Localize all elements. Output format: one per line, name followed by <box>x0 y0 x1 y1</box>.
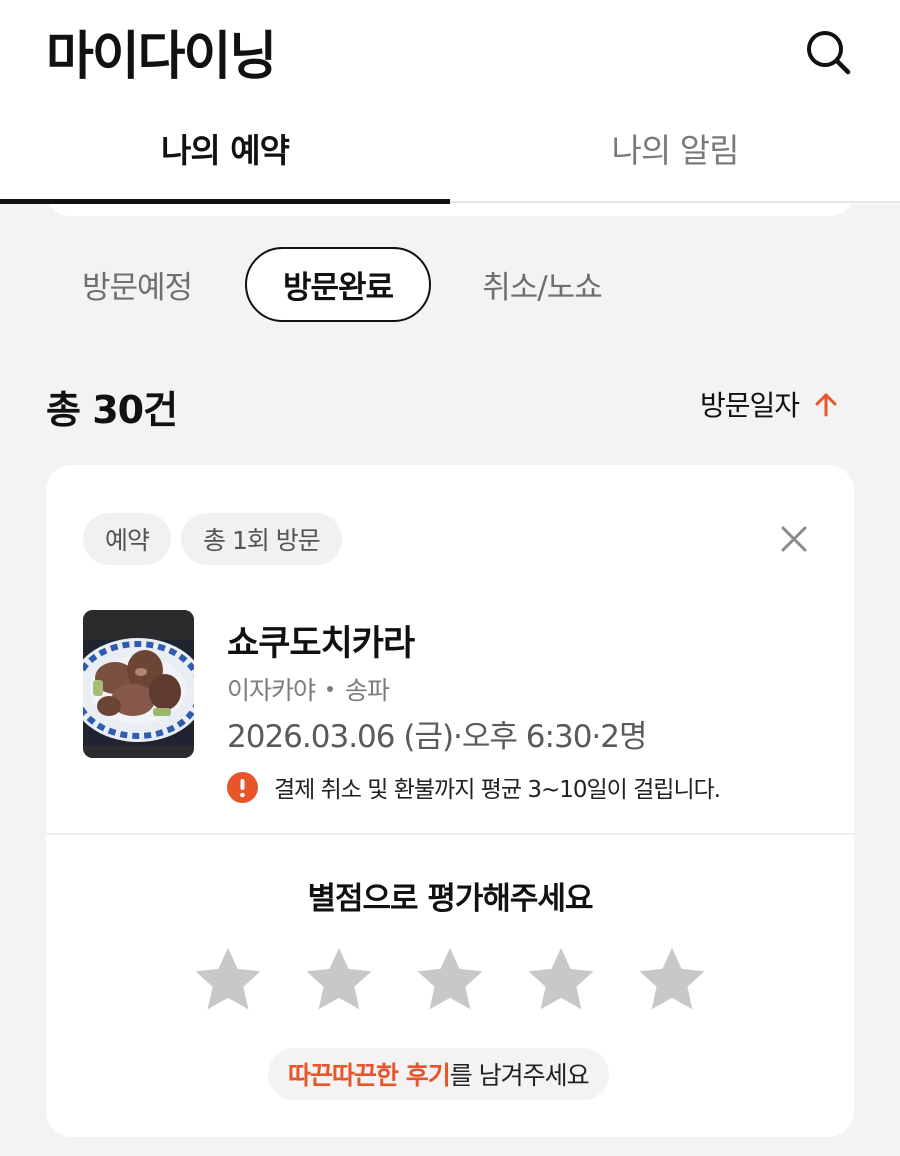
restaurant-area: 송파 <box>345 676 390 705</box>
star-rating <box>191 943 711 1019</box>
restaurant-category: 이자카야 <box>227 676 316 705</box>
restaurant-meta: 이자카야 송파 <box>227 671 390 707</box>
refund-notice-text: 결제 취소 및 환불까지 평균 3~10일이 걸립니다. <box>274 777 721 803</box>
status-badge: 예약 <box>83 513 172 565</box>
food-photo <box>83 610 194 758</box>
rating-prompt: 별점으로 평가해주세요 <box>307 881 594 917</box>
write-review-button[interactable]: 따끈따끈한 후기 를 남겨주세요 <box>268 1048 609 1100</box>
restaurant-name[interactable]: 쇼쿠도치카라 <box>227 615 415 666</box>
review-text: 를 남겨주세요 <box>449 1061 590 1090</box>
star-icon[interactable] <box>413 943 487 1017</box>
review-highlight-text: 따끈따끈한 후기 <box>288 1061 451 1090</box>
tab-divider <box>450 201 900 203</box>
card-divider <box>46 833 854 835</box>
visit-count-badge: 총 1회 방문 <box>181 513 342 565</box>
filter-visited[interactable]: 방문완료 <box>245 247 431 322</box>
close-icon <box>781 526 807 552</box>
search-icon <box>807 31 851 75</box>
tab-my-notifications[interactable]: 나의 알림 <box>450 118 900 204</box>
visit-datetime: 2026.03.06 (금)·오후 6:30·2명 <box>227 719 648 755</box>
page-title: 마이다이닝 <box>46 27 277 87</box>
delete-button[interactable] <box>772 517 816 561</box>
result-count: 총 30건 <box>46 388 178 432</box>
restaurant-thumbnail[interactable] <box>83 610 194 758</box>
star-icon[interactable] <box>191 943 265 1017</box>
filter-upcoming[interactable]: 방문예정 <box>62 247 212 322</box>
tab-my-reservations[interactable]: 나의 예약 <box>0 118 450 204</box>
sort-button[interactable]: 방문일자 <box>700 384 839 424</box>
star-icon[interactable] <box>302 943 376 1017</box>
separator-dot <box>327 686 334 692</box>
refund-notice: 결제 취소 및 환불까지 평균 3~10일이 걸립니다. <box>227 770 721 804</box>
star-icon[interactable] <box>635 943 709 1017</box>
active-tab-indicator <box>0 199 450 204</box>
info-icon <box>227 771 258 803</box>
filter-cancelled[interactable]: 취소/노쇼 <box>462 247 622 322</box>
status-filter-group: 방문예정 방문완료 취소/노쇼 <box>0 247 900 323</box>
sort-label: 방문일자 <box>700 389 800 422</box>
star-icon[interactable] <box>524 943 598 1017</box>
arrow-up-icon <box>815 393 837 417</box>
search-button[interactable] <box>800 24 856 80</box>
app-header: 마이다이닝 나의 예약 나의 알림 <box>0 0 900 204</box>
reservation-card: 예약 총 1회 방문 쇼쿠도치카라 이자카야 송파 2026.03.06 (금)… <box>46 465 854 1137</box>
